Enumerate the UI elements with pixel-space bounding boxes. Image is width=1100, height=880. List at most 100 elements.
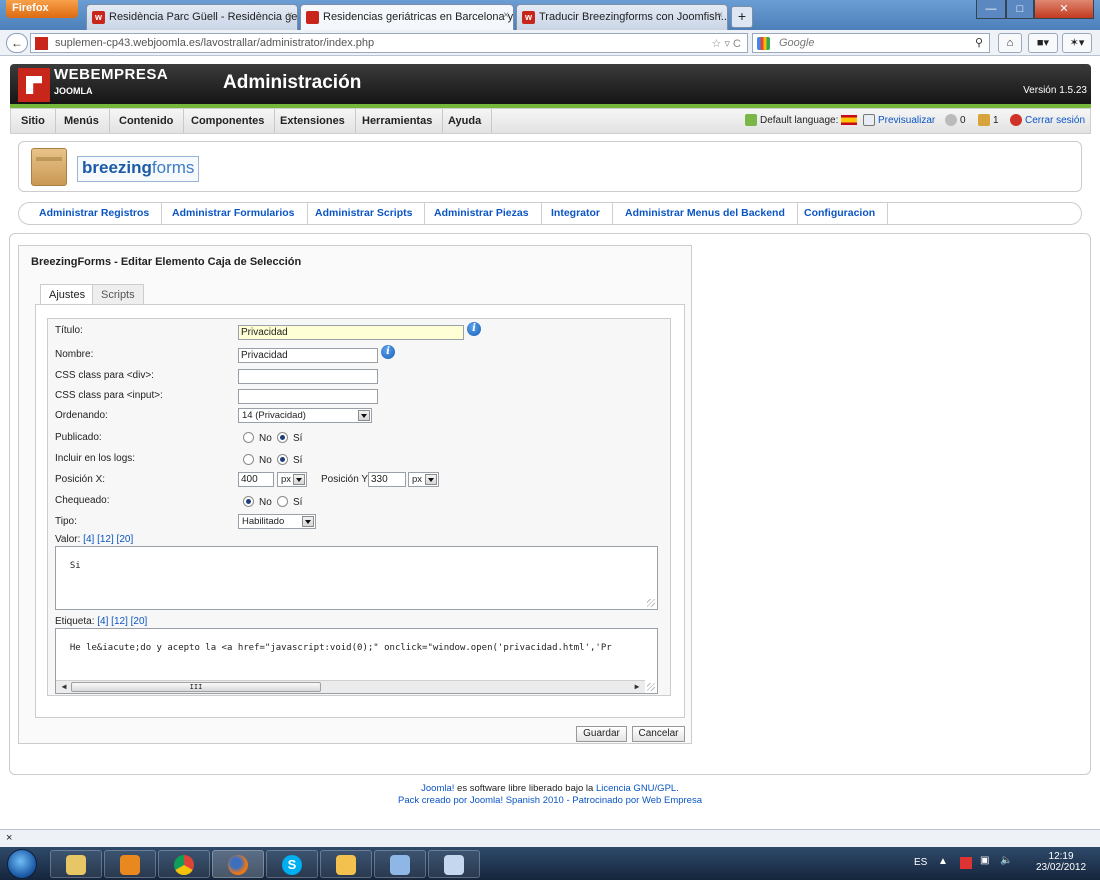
chevron-down-icon[interactable]: [358, 410, 370, 421]
media-player-taskbar-button[interactable]: [104, 850, 156, 878]
maximize-button[interactable]: □: [1006, 0, 1034, 19]
cancel-button[interactable]: Cancelar: [632, 726, 685, 742]
search-icon[interactable]: ⚲: [975, 36, 983, 49]
chevron-down-icon[interactable]: [425, 474, 437, 485]
css-div-input[interactable]: [238, 369, 378, 384]
chevron-down-icon[interactable]: [293, 474, 305, 485]
etiqueta-size-link-12[interactable]: [12]: [111, 616, 128, 627]
explorer-taskbar-button[interactable]: [50, 850, 102, 878]
action-center-flag-icon[interactable]: [960, 857, 972, 869]
show-hidden-icons[interactable]: ▲: [938, 856, 948, 867]
css-input-input[interactable]: [238, 389, 378, 404]
menu-extensiones[interactable]: Extensiones: [270, 109, 356, 133]
posx-input[interactable]: 400: [238, 472, 274, 487]
credits-line[interactable]: Pack creado por Joomla! Spanish 2010 - P…: [0, 795, 1100, 807]
nav-administrar-piezas[interactable]: Administrar Piezas: [422, 203, 542, 224]
language-icon: [745, 114, 757, 127]
firefox-menu-button[interactable]: Firefox: [6, 0, 78, 18]
close-addon-bar-icon[interactable]: ×: [6, 832, 12, 844]
horizontal-scrollbar[interactable]: ◀ III ▶: [56, 680, 645, 693]
firefox-taskbar-button[interactable]: [212, 850, 264, 878]
valor-size-link-4[interactable]: [4]: [83, 534, 94, 545]
url-bar[interactable]: suplemen-cp43.webjoomla.es/lavostrallar/…: [30, 33, 748, 53]
nav-administrar-menus-backend[interactable]: Administrar Menus del Backend: [613, 203, 798, 224]
chevron-down-icon[interactable]: [302, 516, 314, 527]
clock[interactable]: 12:19 23/02/2012: [1036, 851, 1086, 873]
info-icon[interactable]: i: [467, 322, 481, 336]
scroll-thumb[interactable]: III: [71, 682, 321, 692]
search-bar[interactable]: Google ⚲: [752, 33, 990, 53]
publicado-no-radio[interactable]: [243, 432, 254, 443]
valor-size-link-12[interactable]: [12]: [97, 534, 114, 545]
new-tab-button[interactable]: +: [731, 6, 753, 28]
notes-taskbar-button[interactable]: [374, 850, 426, 878]
menu-componentes[interactable]: Componentes: [181, 109, 276, 133]
titulo-input[interactable]: Privacidad: [238, 325, 464, 340]
menu-contenido[interactable]: Contenido: [109, 109, 185, 133]
tab-scripts[interactable]: Scripts: [92, 284, 144, 305]
addons-button[interactable]: ✶▾: [1062, 33, 1092, 53]
valor-textarea[interactable]: Si: [55, 546, 658, 610]
network-icon[interactable]: ▣: [980, 855, 989, 866]
ordenando-select[interactable]: 14 (Privacidad): [238, 408, 372, 423]
info-icon[interactable]: i: [381, 345, 395, 359]
tab-close-icon[interactable]: ×: [287, 10, 293, 21]
etiqueta-size-link-4[interactable]: [4]: [97, 616, 108, 627]
nav-administrar-formularios[interactable]: Administrar Formularios: [160, 203, 308, 224]
nombre-input[interactable]: Privacidad: [238, 348, 378, 363]
windows-taskbar: S ES ▲ ▣ 🔈 12:19 23/02/2012: [0, 847, 1100, 880]
scroll-right-arrow-icon[interactable]: ▶: [630, 681, 644, 693]
posx-unit-select[interactable]: px: [277, 472, 307, 487]
posy-input[interactable]: 330: [368, 472, 406, 487]
resize-grip-icon[interactable]: [647, 599, 655, 607]
joomla-link[interactable]: Joomla!: [421, 783, 454, 794]
browser-tab-2[interactable]: Residencias geriátricas en Barcelona y..…: [300, 4, 514, 30]
downloads-button[interactable]: ■▾: [1028, 33, 1058, 53]
start-button[interactable]: [7, 849, 37, 879]
users-online[interactable]: 1: [978, 109, 999, 133]
browser-tab-1[interactable]: w Residència Parc Güell - Residència ge.…: [86, 4, 298, 30]
volume-icon[interactable]: 🔈: [1000, 855, 1012, 866]
nav-administrar-scripts[interactable]: Administrar Scripts: [303, 203, 426, 224]
preview-link[interactable]: Previsualizar: [863, 109, 935, 133]
scroll-left-arrow-icon[interactable]: ◀: [57, 681, 71, 693]
etiqueta-textarea[interactable]: He le&iacute;do y acepto la <a href="jav…: [55, 628, 658, 694]
logs-no-radio[interactable]: [243, 454, 254, 465]
nav-configuracion[interactable]: Configuracion: [792, 203, 889, 224]
menu-ayuda[interactable]: Ayuda: [438, 109, 493, 133]
save-button[interactable]: Guardar: [576, 726, 627, 742]
chequeado-no-radio[interactable]: [243, 496, 254, 507]
tab-ajustes[interactable]: Ajustes: [40, 284, 95, 306]
publicado-si-radio[interactable]: [277, 432, 288, 443]
logs-si-radio[interactable]: [277, 454, 288, 465]
nav-administrar-registros[interactable]: Administrar Registros: [27, 203, 163, 224]
chrome-taskbar-button[interactable]: [158, 850, 210, 878]
outlook-taskbar-button[interactable]: [320, 850, 372, 878]
valor-size-link-20[interactable]: [20]: [117, 534, 134, 545]
tab-close-icon[interactable]: ×: [503, 10, 509, 21]
resize-grip-icon[interactable]: [647, 683, 655, 691]
menu-herramientas[interactable]: Herramientas: [352, 109, 444, 133]
browser-tab-3[interactable]: w Traducir Breezingforms con Joomfish...…: [516, 4, 728, 30]
paint-taskbar-button[interactable]: [428, 850, 480, 878]
bookmark-star-icon[interactable]: ☆ ▿ C: [712, 37, 741, 50]
google-engine-icon[interactable]: [757, 37, 770, 50]
etiqueta-size-link-20[interactable]: [20]: [131, 616, 148, 627]
home-button[interactable]: ⌂: [998, 33, 1022, 53]
site-identity-icon[interactable]: [35, 37, 48, 50]
logout-link[interactable]: Cerrar sesión: [1010, 109, 1085, 133]
tipo-select[interactable]: Habilitado: [238, 514, 316, 529]
messages-count[interactable]: 0: [945, 109, 966, 133]
back-button[interactable]: ←: [6, 33, 28, 53]
gpl-license-link[interactable]: Licencia GNU/GPL.: [596, 783, 679, 794]
minimize-button[interactable]: —: [976, 0, 1006, 19]
input-language[interactable]: ES: [914, 857, 927, 868]
menu-menus[interactable]: Menús: [54, 109, 110, 133]
nav-integrator[interactable]: Integrator: [539, 203, 614, 224]
chequeado-si-radio[interactable]: [277, 496, 288, 507]
tab-close-icon[interactable]: ×: [717, 10, 723, 21]
posy-unit-select[interactable]: px: [408, 472, 439, 487]
close-window-button[interactable]: ✕: [1034, 0, 1094, 19]
skype-taskbar-button[interactable]: S: [266, 850, 318, 878]
menu-sitio[interactable]: Sitio: [11, 109, 56, 133]
